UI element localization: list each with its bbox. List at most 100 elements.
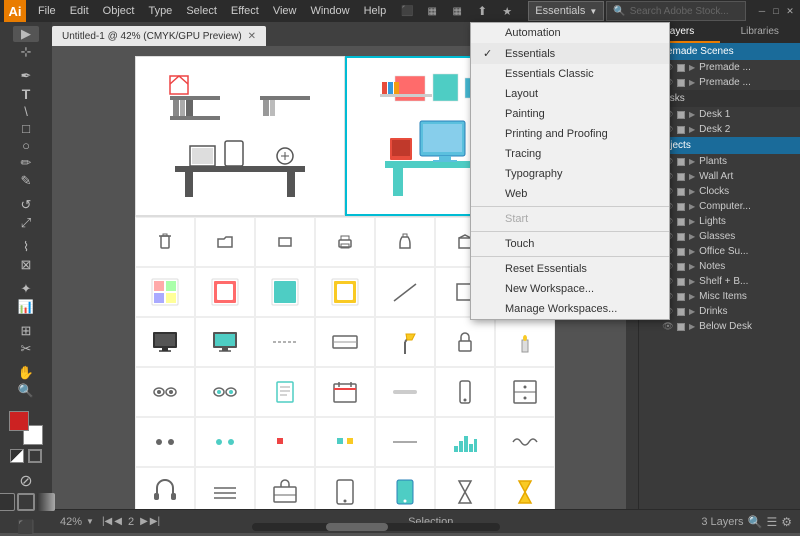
icon-horizontal-bar — [375, 367, 435, 417]
icon-eye-pair2 — [195, 367, 255, 417]
next-page-icon[interactable]: ▶ — [140, 516, 148, 527]
graph-tool[interactable]: 📊 — [13, 299, 39, 315]
slice-tool[interactable]: ✂ — [13, 341, 39, 357]
maximize-button[interactable]: □ — [770, 5, 782, 17]
menu-essentials[interactable]: ✓ Essentials — [471, 43, 669, 64]
menu-object[interactable]: Object — [97, 0, 141, 22]
menu-view[interactable]: View — [267, 0, 303, 22]
rotate-tool[interactable]: ↺ — [13, 197, 39, 213]
icon-chart — [435, 417, 495, 467]
layer-name: Computer... — [699, 201, 794, 212]
icon-trash — [135, 217, 195, 267]
free-transform-tool[interactable]: ⊠ — [13, 257, 39, 273]
type-tool[interactable]: T — [13, 86, 39, 102]
arrow-icon[interactable]: ⬆ — [471, 0, 493, 22]
menu-touch[interactable]: Touch — [471, 234, 669, 254]
stroke-color-btn[interactable] — [17, 493, 35, 511]
line-tool[interactable]: \ — [13, 104, 39, 119]
menu-item-label: Typography — [505, 168, 562, 180]
tab-libraries[interactable]: Libraries — [720, 22, 800, 43]
icon-cabinet — [495, 367, 555, 417]
menu-essentials-classic[interactable]: Essentials Classic — [471, 64, 669, 84]
arrange2-icon[interactable]: ▦ — [421, 0, 443, 22]
menu-window[interactable]: Window — [304, 0, 355, 22]
menu-new-workspace[interactable]: New Workspace... — [471, 279, 669, 299]
layer-name: Drinks — [699, 306, 794, 317]
document-tab[interactable]: Untitled-1 @ 42% (CMYK/GPU Preview) ✕ — [52, 26, 266, 46]
icon-dash-line — [255, 317, 315, 367]
menu-painting[interactable]: Painting — [471, 104, 669, 124]
tab-close-button[interactable]: ✕ — [248, 31, 256, 42]
visibility-icon[interactable]: 👁 — [663, 322, 673, 332]
essentials-label: Essentials — [535, 5, 585, 17]
menu-help[interactable]: Help — [358, 0, 393, 22]
menu-edit[interactable]: Edit — [64, 0, 95, 22]
warp-tool[interactable]: ⌇ — [13, 239, 39, 255]
icon-rect — [255, 217, 315, 267]
menu-file[interactable]: File — [32, 0, 62, 22]
chevron-icon: ▶ — [689, 292, 695, 301]
prev-page-icon[interactable]: ◀ — [114, 516, 122, 527]
menu-printing[interactable]: Printing and Proofing — [471, 124, 669, 144]
workspace-dropdown-menu: Automation ✓ Essentials Essentials Class… — [470, 22, 670, 320]
ellipse-tool[interactable]: ○ — [13, 138, 39, 153]
scroll-track[interactable] — [252, 523, 500, 531]
minimize-button[interactable]: ─ — [756, 5, 768, 17]
chevron-icon: ▶ — [689, 277, 695, 286]
symbol-tool[interactable]: ✦ — [13, 281, 39, 297]
menu-select[interactable]: Select — [180, 0, 223, 22]
layer-options-icon[interactable]: ☰ — [766, 515, 777, 529]
menu-layout[interactable]: Layout — [471, 84, 669, 104]
fill-color-btn[interactable] — [0, 493, 15, 511]
artboard-tool[interactable]: ⊞ — [13, 323, 39, 339]
icon-printer — [315, 217, 375, 267]
chevron-icon: ▶ — [689, 307, 695, 316]
gradient-btn[interactable] — [37, 493, 55, 511]
search-icon2[interactable]: 🔍 — [748, 515, 763, 529]
zoom-tool[interactable]: 🔍 — [13, 383, 39, 399]
pen-tool[interactable]: ✒ — [13, 68, 39, 84]
settings-icon[interactable]: ⚙ — [781, 515, 792, 529]
menu-tracing[interactable]: Tracing — [471, 144, 669, 164]
page-navigation[interactable]: |◀ ◀ 2 ▶ ▶| — [102, 516, 160, 528]
direct-selection-tool[interactable]: ⊹ — [13, 44, 39, 60]
selection-tool[interactable]: ▶ — [13, 26, 39, 42]
layer-name: Office Su... — [699, 246, 794, 257]
arrange3-icon[interactable]: ▦ — [446, 0, 468, 22]
pencil-tool[interactable]: ✎ — [13, 173, 39, 189]
brush-tool[interactable]: ✏ — [13, 155, 39, 171]
menu-item-label: Manage Workspaces... — [505, 303, 617, 315]
arrange-icon[interactable]: ⬛ — [396, 0, 418, 22]
icon-scanner — [315, 317, 375, 367]
layer-below-desk[interactable]: 👁 ▶ Below Desk — [639, 319, 800, 334]
fill-none[interactable]: ⊘ — [13, 471, 39, 491]
stock-search[interactable]: 🔍 Search Adobe Stock... — [606, 1, 746, 21]
menu-item-label: Painting — [505, 108, 545, 120]
zoom-control[interactable]: 42% ▼ — [60, 516, 94, 528]
menu-typography[interactable]: Typography — [471, 164, 669, 184]
first-page-icon[interactable]: |◀ — [102, 516, 112, 527]
layer-name: Lights — [699, 216, 794, 227]
change-screen-mode[interactable]: ⬛ — [13, 519, 39, 536]
menu-effect[interactable]: Effect — [225, 0, 265, 22]
color-selector[interactable] — [9, 411, 43, 463]
essentials-dropdown[interactable]: Essentials ▼ — [528, 1, 604, 21]
menu-manage-workspaces[interactable]: Manage Workspaces... — [471, 299, 669, 319]
last-page-icon[interactable]: ▶| — [150, 516, 160, 527]
icon-tablet2 — [375, 467, 435, 509]
close-button[interactable]: ✕ — [784, 5, 796, 17]
rect-tool[interactable]: □ — [13, 121, 39, 136]
hand-tool[interactable]: ✋ — [13, 365, 39, 381]
default-colors[interactable] — [28, 449, 42, 463]
layer-name: Clocks — [699, 186, 794, 197]
menu-reset-essentials[interactable]: Reset Essentials — [471, 259, 669, 279]
scroll-thumb[interactable] — [326, 523, 388, 531]
menu-automation[interactable]: Automation — [471, 23, 669, 43]
app-logo: Ai — [4, 0, 26, 22]
menu-type[interactable]: Type — [142, 0, 178, 22]
scale-tool[interactable]: ⤢ — [13, 215, 39, 231]
swap-colors[interactable] — [10, 449, 24, 463]
foreground-color[interactable] — [9, 411, 29, 431]
menu-web[interactable]: Web — [471, 184, 669, 204]
star-icon[interactable]: ★ — [496, 0, 518, 22]
